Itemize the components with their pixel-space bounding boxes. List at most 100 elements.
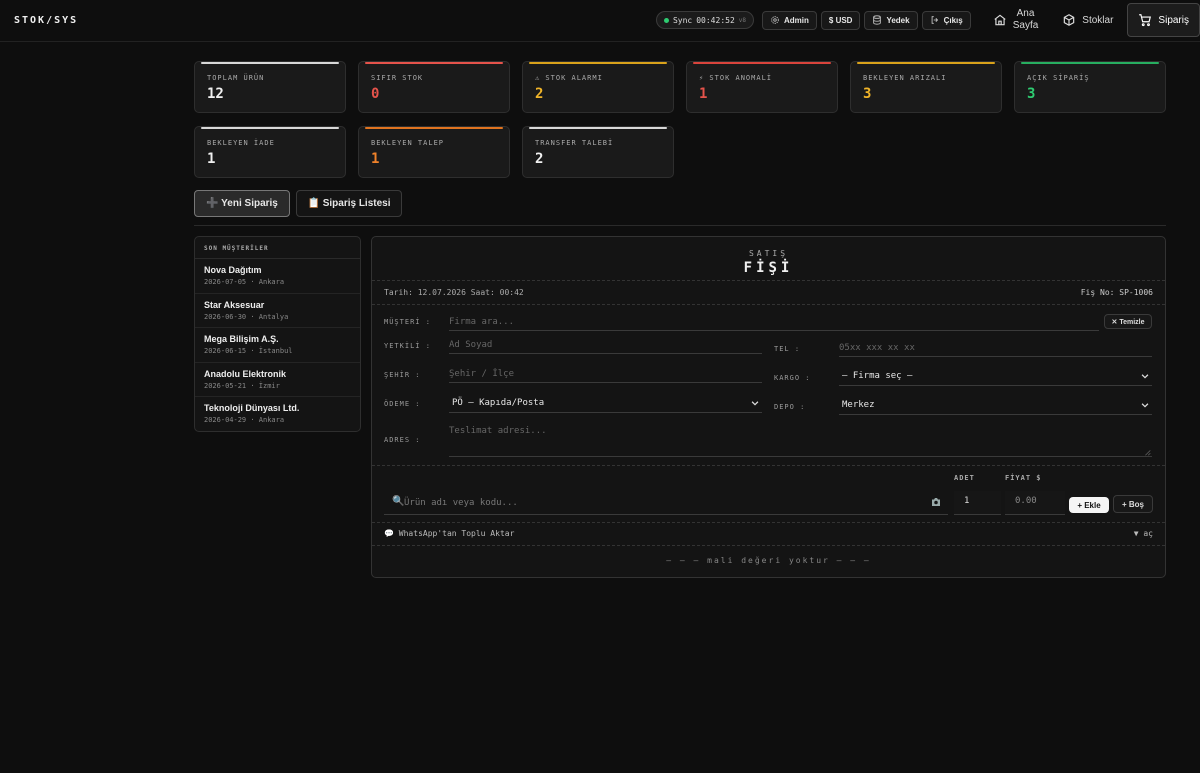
- add-product-button[interactable]: + Ekle: [1069, 497, 1109, 513]
- phone-label: TEL :: [774, 345, 801, 353]
- stat-card-pending-requests[interactable]: BEKLEYEN TALEP 1: [358, 126, 510, 178]
- clear-customer-button[interactable]: ✕ Temizle: [1104, 314, 1152, 329]
- stat-value: 1: [699, 86, 708, 102]
- receipt-datetime: Tarih: 12.07.2026 Saat: 00:42: [384, 288, 524, 297]
- receipt-separator: [372, 465, 1165, 466]
- payment-value: PÖ — Kapıda/Posta: [452, 398, 545, 408]
- receipt-no-label: Fiş No:: [1080, 288, 1115, 297]
- search-icon: 🔍: [392, 496, 405, 507]
- nav-orders[interactable]: Sipariş: [1127, 3, 1200, 37]
- cargo-select[interactable]: — Firma seç —: [839, 368, 1152, 386]
- depot-select[interactable]: Merkez: [839, 397, 1152, 415]
- stat-bar: [529, 127, 667, 129]
- stat-card-zero-stock[interactable]: SIFIR STOK 0: [358, 61, 510, 113]
- stat-label: BEKLEYEN ARIZALI: [863, 74, 947, 82]
- resize-handle-icon[interactable]: [1144, 449, 1151, 456]
- new-order-button[interactable]: ➕ Yeni Sipariş: [194, 190, 290, 217]
- qty-input[interactable]: 1: [954, 491, 1001, 515]
- stat-bar: [365, 62, 503, 64]
- stat-bar: [529, 62, 667, 64]
- stat-label: SIFIR STOK: [371, 74, 424, 82]
- stat-value: 1: [207, 151, 216, 167]
- logout-label: Çıkış: [943, 15, 963, 25]
- customer-label: MÜŞTERİ :: [384, 318, 431, 326]
- product-search-input[interactable]: 🔍 Ürün adı veya kodu...: [384, 491, 948, 515]
- sync-status[interactable]: Sync 00:42:52 v8: [655, 11, 754, 29]
- customer-name: Nova Dağıtım: [204, 265, 262, 275]
- add-empty-line-button[interactable]: + Boş: [1113, 495, 1153, 513]
- customer-search-input[interactable]: Firma ara...: [449, 315, 1099, 331]
- recent-customers-title: SON MÜŞTERİLER: [195, 237, 360, 259]
- cargo-value: — Firma seç —: [842, 371, 913, 381]
- customer-meta: 2026-04-29 · Ankara: [204, 416, 285, 425]
- customer-item[interactable]: Anadolu Elektronik 2026-05-21 · İzmir: [195, 363, 360, 398]
- contact-name-input[interactable]: Ad Soyad: [449, 338, 762, 354]
- receipt-separator: [372, 522, 1165, 523]
- order-list-button[interactable]: 📋 Sipariş Listesi: [296, 190, 402, 217]
- chevron-down-icon: [751, 401, 759, 406]
- time-label: Saat:: [470, 288, 495, 297]
- logout-button[interactable]: Çıkış: [921, 10, 971, 30]
- stat-bar: [365, 127, 503, 129]
- whatsapp-expand-button[interactable]: ▼ aç: [1134, 529, 1153, 538]
- section-divider: [194, 225, 1166, 226]
- camera-icon[interactable]: [930, 496, 942, 508]
- stat-card-total-products[interactable]: TOPLAM ÜRÜN 12: [194, 61, 346, 113]
- currency-button[interactable]: $ USD: [820, 10, 861, 30]
- stat-card-pending-faulty[interactable]: BEKLEYEN ARIZALI 3: [850, 61, 1002, 113]
- stat-bar: [693, 62, 831, 64]
- stat-value: 3: [1027, 86, 1036, 102]
- sales-receipt-form: SATIŞ FİŞİ Tarih: 12.07.2026 Saat: 00:42…: [371, 236, 1166, 578]
- date-value: 12.07.2026: [417, 288, 466, 297]
- stat-card-transfer-requests[interactable]: TRANSFER TALEBİ 2: [522, 126, 674, 178]
- customer-item[interactable]: Mega Bilişim A.Ş. 2026-06-15 · İstanbul: [195, 328, 360, 363]
- stat-card-stock-anomaly[interactable]: ⚡ STOK ANOMALİ 1: [686, 61, 838, 113]
- city-input[interactable]: Şehir / İlçe: [449, 367, 762, 383]
- stat-bar: [201, 62, 339, 64]
- box-icon: [1064, 14, 1075, 26]
- stat-card-stock-alarm[interactable]: ⚠ STOK ALARMI 2: [522, 61, 674, 113]
- customer-meta: 2026-05-21 · İzmir: [204, 381, 280, 390]
- nav-home-line1: Ana: [1016, 8, 1035, 19]
- payment-select[interactable]: PÖ — Kapıda/Posta: [449, 395, 762, 413]
- stat-card-open-orders[interactable]: AÇIK SİPARİŞ 3: [1014, 61, 1166, 113]
- sync-time: 00:42:52: [696, 15, 735, 25]
- admin-button[interactable]: Admin: [762, 10, 817, 30]
- currency-label: $ USD: [828, 15, 853, 25]
- stat-bar: [201, 127, 339, 129]
- stat-card-pending-returns[interactable]: BEKLEYEN İADE 1: [194, 126, 346, 178]
- stat-value: 1: [371, 151, 380, 167]
- customer-item[interactable]: Nova Dağıtım 2026-07-05 · Ankara: [195, 259, 360, 294]
- backup-label: Yedek: [886, 15, 910, 25]
- depot-value: Merkez: [842, 400, 875, 410]
- stat-value: 12: [207, 86, 224, 102]
- customer-meta: 2026-06-15 · İstanbul: [204, 347, 293, 356]
- customer-name: Mega Bilişim A.Ş.: [204, 334, 279, 345]
- recent-customers-panel: SON MÜŞTERİLER Nova Dağıtım 2026-07-05 ·…: [194, 236, 361, 432]
- stat-label: BEKLEYEN TALEP: [371, 139, 445, 147]
- phone-input[interactable]: 05xx xxx xx xx: [839, 341, 1152, 357]
- backup-button[interactable]: Yedek: [864, 10, 918, 30]
- nav-stocks-label: Stoklar: [1082, 14, 1114, 26]
- top-bar: STOK/SYS Sync 00:42:52 v8 Admin $ USD Ye…: [0, 0, 1200, 42]
- stat-label: ⚠ STOK ALARMI: [535, 74, 603, 82]
- price-header: FİYAT $: [1005, 474, 1042, 482]
- chevron-down-icon: [1141, 374, 1149, 379]
- nav-orders-label: Sipariş: [1158, 14, 1189, 26]
- receipt-separator: [372, 304, 1165, 305]
- address-textarea[interactable]: Teslimat adresi...: [449, 424, 1152, 457]
- stat-label: TRANSFER TALEBİ: [535, 139, 614, 147]
- chevron-down-icon: [1141, 403, 1149, 408]
- sync-label: Sync: [672, 15, 693, 25]
- address-label: ADRES :: [384, 436, 421, 444]
- customer-item[interactable]: Teknoloji Dünyası Ltd. 2026-04-29 · Anka…: [195, 397, 360, 431]
- customer-item[interactable]: Star Aksesuar 2026-06-30 · Antalya: [195, 294, 360, 329]
- nav-stocks[interactable]: Stoklar: [1052, 3, 1123, 37]
- price-input[interactable]: 0.00: [1005, 491, 1065, 515]
- stat-value: 3: [863, 86, 872, 102]
- contact-label: YETKİLİ :: [384, 342, 431, 350]
- nav-home[interactable]: Ana Sayfa: [983, 3, 1049, 37]
- whatsapp-import-toggle[interactable]: 💬 WhatsApp'tan Toplu Aktar: [384, 529, 514, 538]
- stat-bar: [857, 62, 995, 64]
- receipt-footer-note: — — — mali değeri yoktur — — —: [666, 556, 871, 565]
